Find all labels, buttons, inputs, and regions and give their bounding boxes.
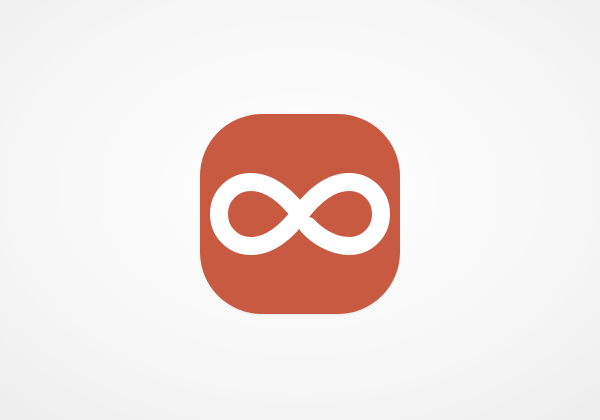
app-icon[interactable]	[200, 114, 400, 314]
infinity-icon	[210, 173, 390, 255]
screen	[0, 0, 600, 420]
infinity-glyph	[210, 173, 390, 255]
